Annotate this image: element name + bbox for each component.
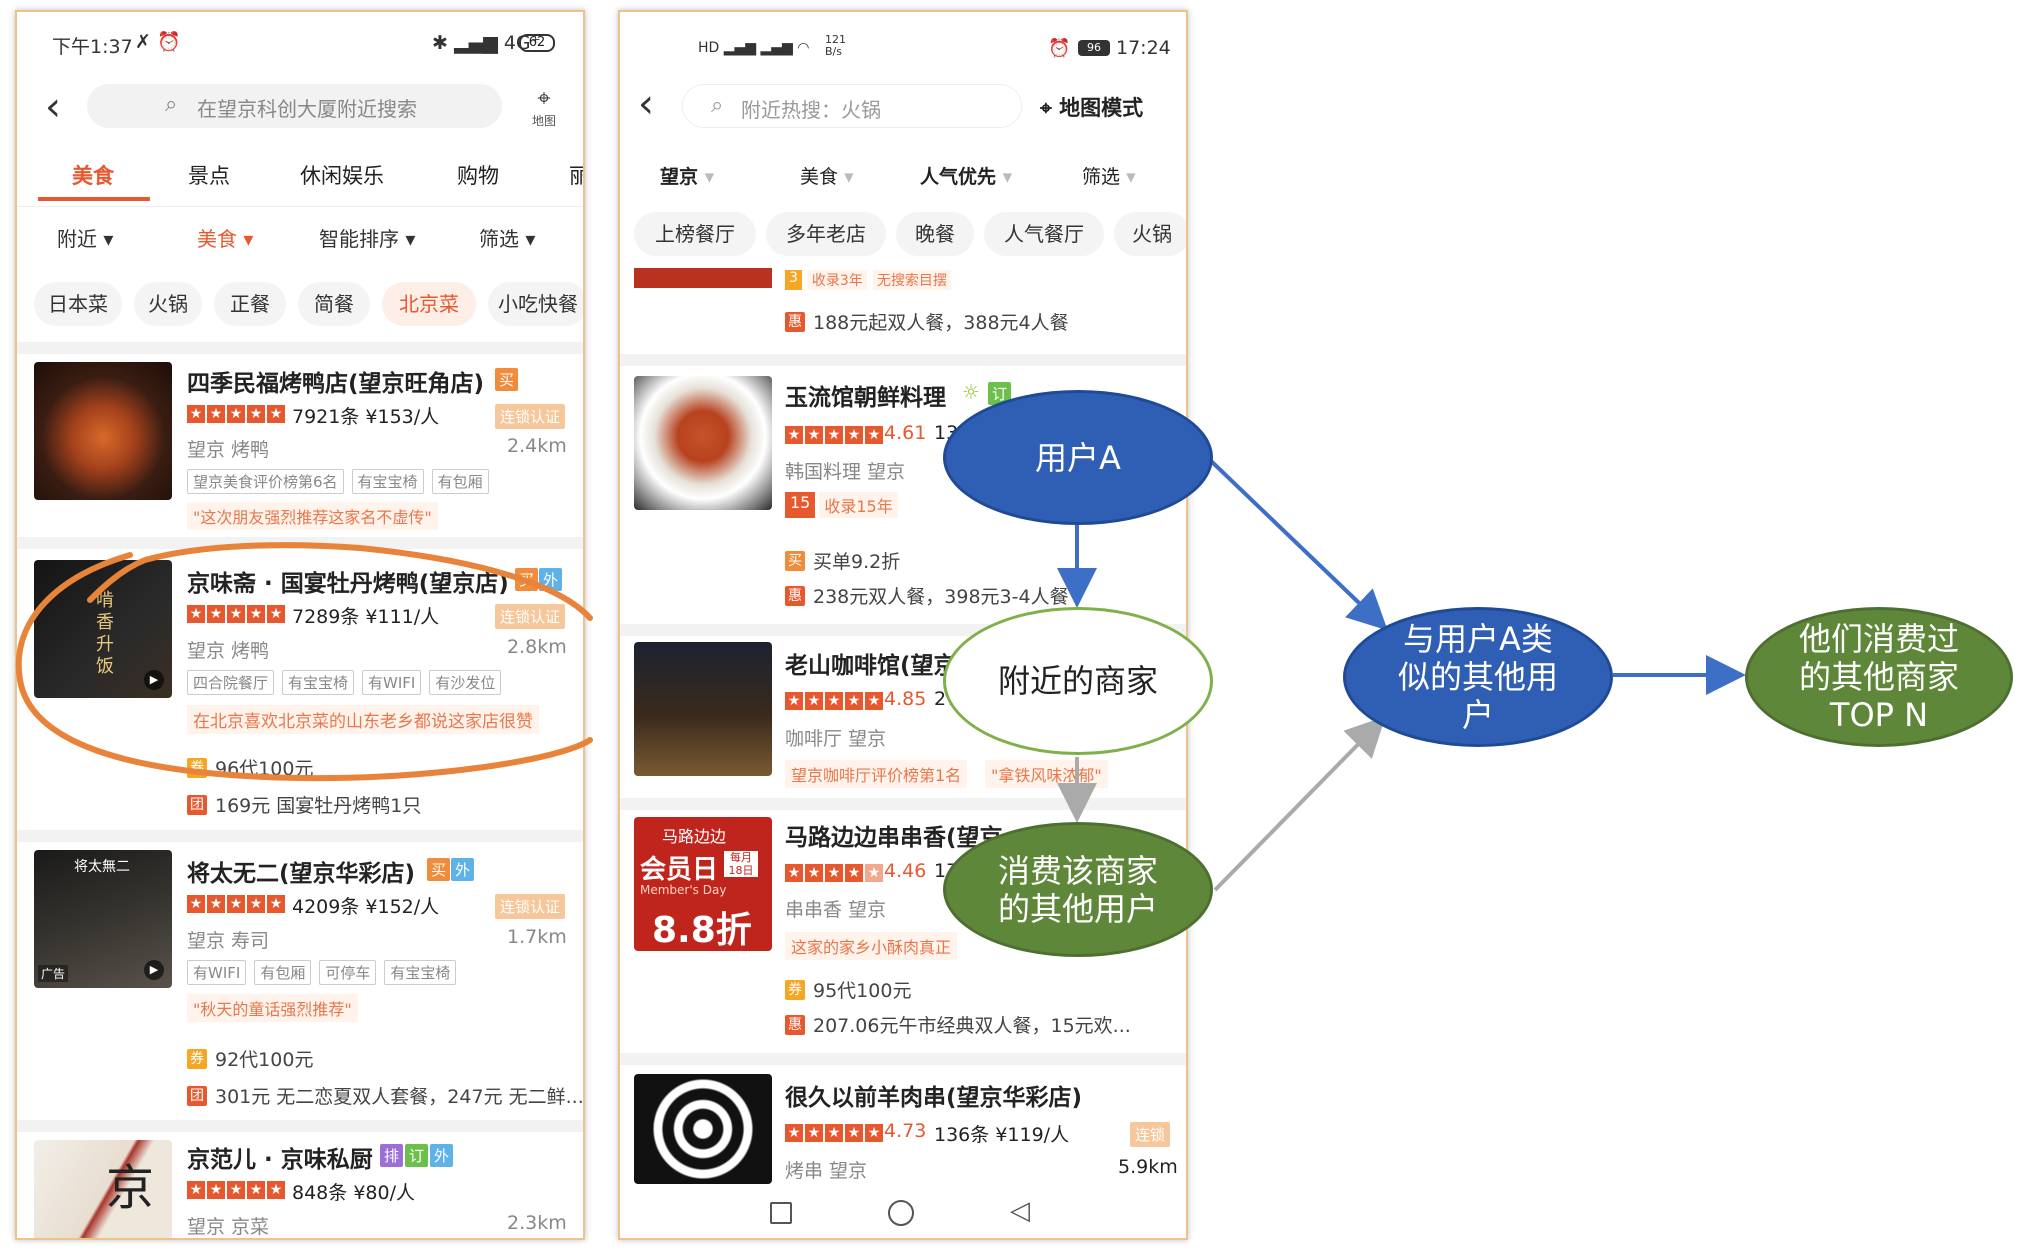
arrow-user-to-similar	[1208, 458, 1388, 631]
node-other-consumers: 消费该商家 的其他用户	[943, 822, 1213, 957]
arrow-consumers-to-similar	[1213, 716, 1386, 892]
node-nearby-merchants: 附近的商家	[943, 607, 1213, 755]
node-user-a: 用户A	[943, 390, 1213, 525]
node-similar-users: 与用户A类 似的其他用户	[1343, 607, 1613, 747]
node-top-n-merchants: 他们消费过 的其他商家 TOP N	[1745, 607, 2013, 747]
